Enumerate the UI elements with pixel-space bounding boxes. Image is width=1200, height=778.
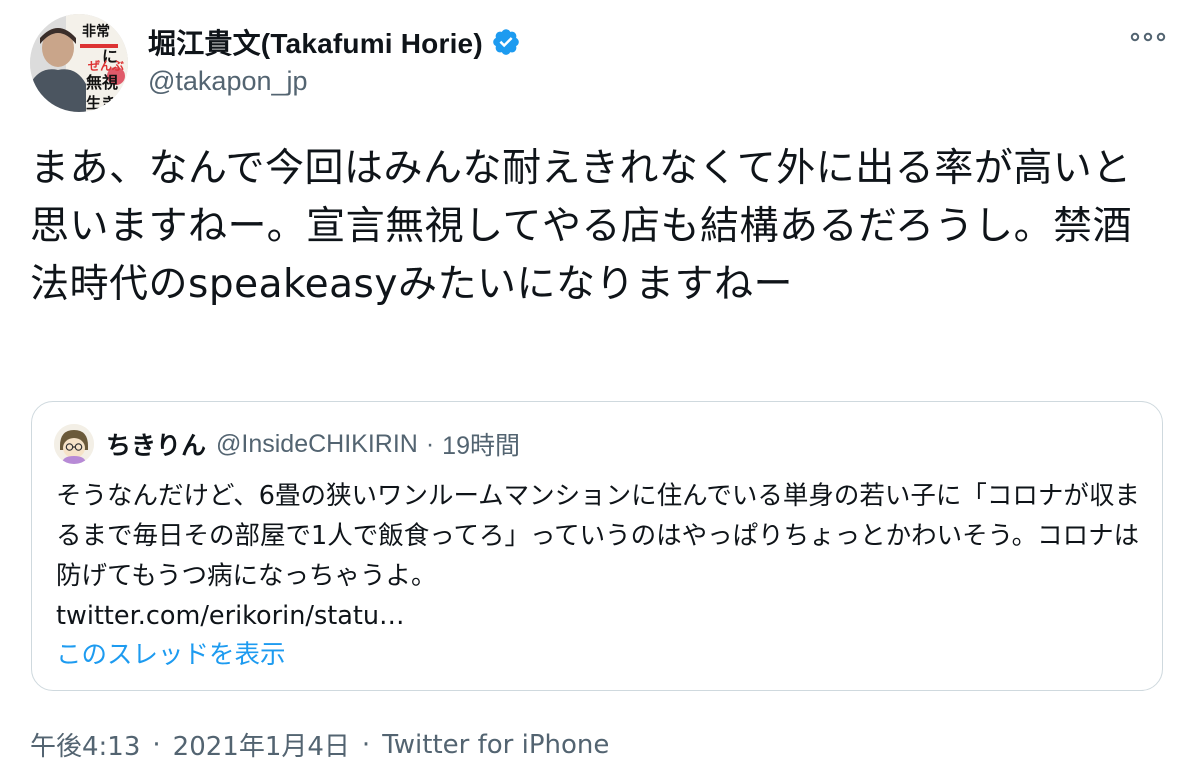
- quoted-author-display-name: ちきりん: [106, 432, 207, 460]
- meta-separator: ·: [361, 729, 371, 760]
- author-names: 堀江貴文(Takafumi Horie) @takapon_jp: [148, 24, 521, 97]
- tweet-header: 非常 に ぜんぶ 無視 生き 堀江貴文(Takafumi Horie) @tak…: [30, 14, 1170, 114]
- quoted-tweet-header: ちきりん @InsideCHIKIRIN · 19時間: [54, 422, 520, 466]
- svg-text:非常: 非常: [82, 23, 110, 40]
- tweet-text: まあ、なんで今回はみんな耐えきれなくて外に出る率が高いと思いますねー。宣言無視し…: [30, 146, 1133, 307]
- quoted-tweet-card[interactable]: ちきりん @InsideCHIKIRIN · 19時間 そうなんだけど、6畳の狭…: [31, 401, 1163, 691]
- author-display-name[interactable]: 堀江貴文(Takafumi Horie): [148, 22, 483, 62]
- tweet-meta: 午後4:13 · 2021年1月4日 · Twitter for iPhone: [30, 726, 609, 763]
- verified-badge-icon: [491, 27, 521, 57]
- quoted-tweet-link[interactable]: twitter.com/erikorin/statu…: [56, 596, 1146, 636]
- show-thread-link[interactable]: このスレッドを表示: [56, 634, 286, 671]
- tweet-date[interactable]: 2021年1月4日: [173, 726, 350, 763]
- quoted-tweet-time: 19時間: [442, 432, 520, 460]
- more-horizontal-icon: [1130, 29, 1166, 47]
- quoted-author-handle: @InsideCHIKIRIN: [216, 429, 418, 458]
- author-handle[interactable]: @takapon_jp: [148, 66, 521, 97]
- author-avatar[interactable]: 非常 に ぜんぶ 無視 生き: [30, 14, 128, 112]
- display-name-row: 堀江貴文(Takafumi Horie): [148, 24, 521, 60]
- tweet-time[interactable]: 午後4:13: [30, 726, 140, 763]
- quoted-author-avatar: [54, 424, 94, 464]
- quoted-separator: ·: [425, 429, 435, 458]
- tweet-source[interactable]: Twitter for iPhone: [382, 730, 609, 760]
- tweet-detail: 非常 に ぜんぶ 無視 生き 堀江貴文(Takafumi Horie) @tak…: [0, 0, 1200, 778]
- more-options-button[interactable]: [1126, 24, 1170, 52]
- quoted-tweet-body: そうなんだけど、6畳の狭いワンルームマンションに住んでいる単身の若い子に「コロナ…: [56, 476, 1146, 636]
- svg-text:ぜんぶ: ぜんぶ: [88, 59, 124, 73]
- svg-text:生き: 生き: [86, 94, 116, 112]
- svg-text:無視: 無視: [86, 73, 118, 92]
- quoted-tweet-text: そうなんだけど、6畳の狭いワンルームマンションに住んでいる単身の若い子に「コロナ…: [56, 481, 1140, 591]
- meta-separator: ·: [152, 729, 161, 760]
